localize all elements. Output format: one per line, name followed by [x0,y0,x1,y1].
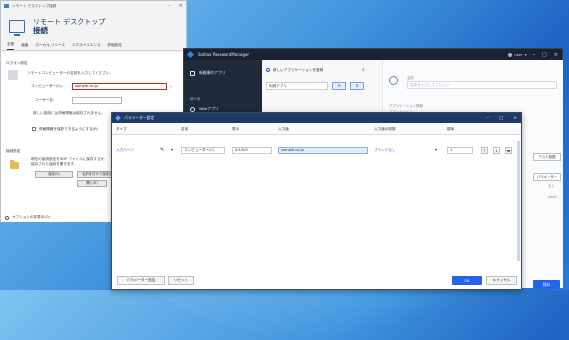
close-icon[interactable]: × [554,52,558,58]
save-credentials-checkbox[interactable] [32,127,36,131]
options-toggle-label: オプションの非表示(O) [12,215,50,219]
row-type[interactable]: 入力パーツ [116,148,134,153]
rdp-header-title: リモート デスクトップ [33,17,106,26]
close-icon[interactable]: × [513,116,517,121]
user-input[interactable] [72,97,122,104]
credential-info-text: 新しい接続には資格情報は保存されません。 [33,111,105,115]
register-radio[interactable] [266,68,270,72]
maximize-icon[interactable]: □ [542,52,547,58]
sort-button[interactable]: ⇅ [350,82,364,90]
solitox-title: Solitox PasswordManager [198,52,249,57]
save-button[interactable]: 保存(S) [35,171,73,178]
row-name-input[interactable]: コンピューター(C) [181,147,225,154]
column-header-order: 順序 [447,127,455,131]
column-header-display: 表示 [232,127,240,131]
options-toggle[interactable]: オプションの非表示(O) [5,215,50,220]
solitox-logo-icon [186,50,195,59]
logon-section-title: ログオン設定 [6,61,28,65]
collapse-icon [5,215,9,220]
computer-input[interactable]: sample.co.jp [72,83,167,90]
row-display-input[interactable]: 0/1/0/0 [232,147,272,154]
close-icon[interactable]: × [179,3,183,9]
cancel-button[interactable]: キャンセル [486,276,517,285]
parameter-dialog: パラメーター設定 – □ × タイプ 名前 表示 入力値 入力値の制御 順序 入… [111,112,522,290]
dialog-title: パラメーター設定 [124,115,155,120]
chevron-down-icon[interactable]: ▾ [171,147,173,152]
column-header-name: 名前 [181,127,189,131]
rdp-header: リモート デスクトップ 接続 [1,11,186,41]
reset-button[interactable]: リセット [168,276,194,285]
column-header-control: 入力値の制御 [374,127,396,131]
tab-display[interactable]: 画面 [21,43,28,50]
test-launch-button[interactable]: テスト起動 [533,153,561,161]
search-icon[interactable]: ⌕ [362,67,365,73]
add-parameter-button[interactable]: パラメーター追加 [117,276,165,285]
tab-advanced[interactable]: 詳細設定 [107,43,121,50]
table-header: タイプ 名前 表示 入力値 入力値の制御 順序 [112,123,521,135]
logon-description: リモートコンピューターの名前を入力してください。 [27,71,114,75]
scrollbar[interactable] [517,141,520,261]
computer-label: コンピューター(C): [31,84,63,88]
sidebar-item-recent-apps[interactable]: 新着順のアプリ [190,70,226,76]
rdp-titlebar: リモート デスクトップ接続 – × [1,1,186,11]
column-header-type: タイプ [116,127,127,131]
maximize-icon[interactable]: □ [499,116,503,121]
open-button[interactable]: 開く(E) [77,180,107,187]
rdp-window-title: リモート デスクトップ接続 [12,3,57,8]
grid-icon [190,70,195,76]
minimize-icon[interactable]: – [533,52,536,58]
chevron-down-icon[interactable]: ▾ [435,147,437,152]
delete-row-button[interactable]: ▬ [505,147,512,154]
app-info-label: アプリケーション情報 [389,104,423,108]
edit-pencil-icon[interactable]: ✎ [160,147,164,153]
list-view-button[interactable]: ☰ [332,82,346,90]
user-menu[interactable]: user ▾ [508,52,527,57]
ok-button[interactable]: OK [452,276,482,285]
tab-general[interactable]: 全般 [7,42,15,50]
parameter-button[interactable]: パラメーター [533,173,561,181]
monitor-icon [9,19,25,36]
register-radio-label: 新しいアプリケーションを登録 [273,68,324,72]
row-value-input[interactable]: sample.co.jp [278,147,368,154]
misc-status-text: なし [548,184,555,188]
tab-local-resources[interactable]: ローカル リソース [35,43,65,50]
rdp-app-icon [4,4,9,8]
app-select[interactable]: 利用アプリ [266,82,328,90]
sidebar-heading-personal: 個人用 [190,97,201,101]
save-credentials-label: 資格情報を保存できるようにする(R) [39,127,99,131]
computer-icon [8,70,18,80]
app-icon-placeholder[interactable] [389,76,398,85]
chevron-down-icon: ▾ [524,52,527,57]
minimize-icon[interactable]: – [168,3,171,9]
name-label: 名前 [407,76,414,80]
solitox-center-panel: 新しいアプリケーションを登録 ⌕ 利用アプリ ☰ ⇅ [262,60,382,120]
avatar [508,52,513,57]
none-text: none [548,195,557,199]
move-up-button[interactable]: ↑ [481,147,488,154]
dialog-titlebar: パラメーター設定 – □ × [112,113,521,123]
move-down-button[interactable]: ↓ [493,147,500,154]
row-control-select[interactable]: ブランクなし [374,148,396,153]
sidebar-item-label: 新着順のアプリ [199,70,226,75]
name-input[interactable]: 名前を入力してください [407,81,557,89]
user-label: ユーザー名: [35,98,55,102]
tab-experience[interactable]: エクスペリエンス [72,43,100,50]
rdp-tabs: 全般 画面 ローカル リソース エクスペリエンス 詳細設定 [1,41,186,51]
connection-section-title: 接続設定 [6,149,21,153]
user-name: user [514,52,523,57]
chevron-down-icon[interactable]: ⌄ [169,83,172,88]
minimize-icon[interactable]: – [487,116,489,121]
solitox-titlebar: Solitox PasswordManager user ▾ – □ × [184,49,562,60]
connection-description-2: 保存された接続を開きます。 [31,162,78,166]
column-header-value: 入力値 [278,127,289,131]
save-primary-button[interactable]: 保存 [533,280,560,289]
dialog-logo-icon [115,115,121,121]
row-order-input[interactable]: 1 [447,147,473,154]
rdp-header-subtitle: 接続 [33,25,48,35]
globe-icon [190,106,195,112]
folder-icon [10,160,19,169]
